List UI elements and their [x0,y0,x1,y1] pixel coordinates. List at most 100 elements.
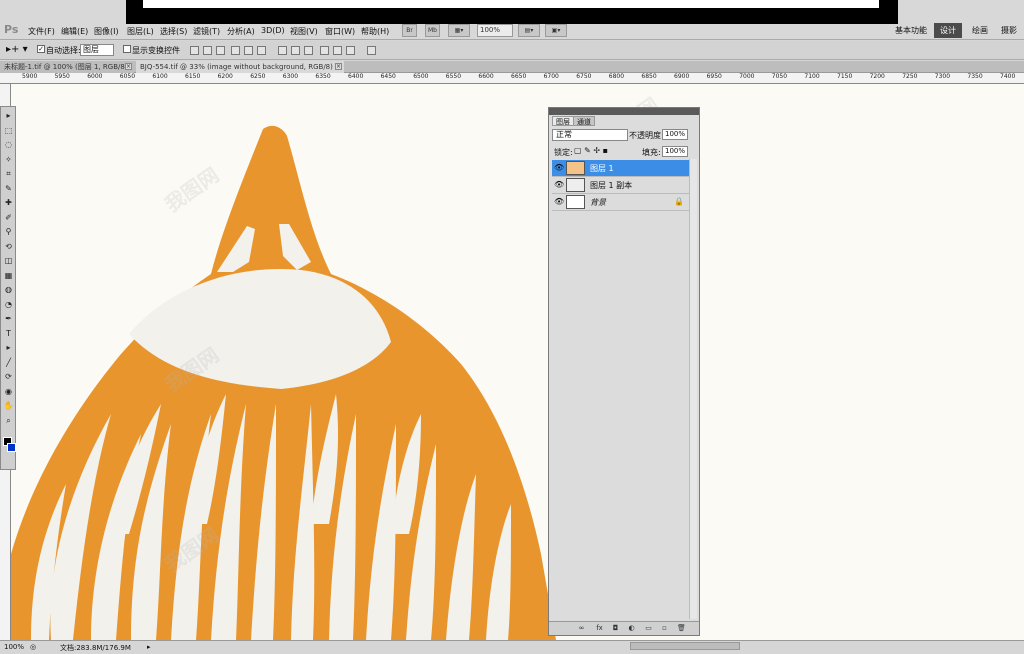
status-zoom-icon[interactable]: ◎ [30,643,36,651]
spot-heal-tool-icon[interactable]: ✚ [3,198,14,208]
shape-tool-icon[interactable]: ╱ [3,358,14,368]
menu-file[interactable]: 文件(F) [28,26,55,37]
move-tool-icon[interactable]: ▸ [3,111,14,121]
tab-layers[interactable]: 图层 [552,116,574,126]
quick-select-tool-icon[interactable]: ✧ [3,155,14,165]
mini-bridge-button[interactable]: Mb [425,24,440,37]
stamp-tool-icon[interactable]: ⚲ [3,227,14,237]
menu-layer[interactable]: 图层(L) [127,26,154,37]
gradient-tool-icon[interactable]: ▦ [3,271,14,281]
layer-row-2[interactable]: 👁 图层 1 副本 [552,177,693,194]
tab-document-1[interactable]: 未标题-1.tif @ 100% (图层 1, RGB/8) [0,61,134,73]
screen-mode-icon[interactable]: ▣▾ [545,24,567,37]
history-brush-tool-icon[interactable]: ⟲ [3,242,14,252]
brush-tool-icon[interactable]: ✐ [3,213,14,223]
status-arrow-icon[interactable]: ▸ [147,643,151,651]
path-select-tool-icon[interactable]: ▸ [3,343,14,353]
background-color-swatch[interactable] [7,443,16,452]
3d-orbit-tool-icon[interactable]: ◉ [3,387,14,397]
align-hcenter-icon[interactable] [244,46,253,55]
blend-mode-select[interactable]: 正常 [552,129,628,141]
close-icon[interactable]: × [125,63,132,70]
view-extras-icon[interactable]: ▦▾ [448,24,470,37]
ruler-tick-label: 7250 [902,73,918,80]
align-bottom-icon[interactable] [216,46,225,55]
distribute-vcenter-icon[interactable] [291,46,300,55]
link-layers-icon[interactable]: ∞ [577,624,586,633]
workspace-painting[interactable]: 绘画 [966,23,994,38]
new-group-icon[interactable]: ▭ [644,624,653,633]
ruler-tick-label: 7100 [804,73,820,80]
new-layer-icon[interactable]: ▫ [660,624,669,633]
tab-channels[interactable]: 通道 [573,116,595,126]
auto-select-target-select[interactable]: 图层 [80,44,114,56]
workspace-essentials[interactable]: 基本功能 [893,23,929,38]
3d-rotate-tool-icon[interactable]: ⟳ [3,372,14,382]
eraser-tool-icon[interactable]: ◫ [3,256,14,266]
menu-select[interactable]: 选择(S) [160,26,187,37]
layers-scrollbar[interactable] [689,159,697,619]
menu-image[interactable]: 图像(I) [94,26,119,37]
hand-tool-icon[interactable]: ✋ [3,401,14,411]
distribute-hcenter-icon[interactable] [333,46,342,55]
crop-tool-icon[interactable]: ⌗ [3,169,14,179]
eyedropper-tool-icon[interactable]: ✎ [3,184,14,194]
add-mask-icon[interactable]: ◘ [611,624,620,633]
distribute-bottom-icon[interactable] [304,46,313,55]
fill-label: 填充: [642,148,661,157]
pen-tool-icon[interactable]: ✒ [3,314,14,324]
layer-row-3[interactable]: 👁 背景 🔒 [552,194,693,211]
align-right-icon[interactable] [257,46,266,55]
zoom-level-select[interactable]: 100% [477,24,513,37]
align-top-icon[interactable] [190,46,199,55]
arrange-documents-icon[interactable]: ▤▾ [518,24,540,37]
move-tool-icon[interactable]: ▸+ ▾ [6,44,28,55]
zoom-tool-icon[interactable]: ⌕ [3,416,14,426]
bridge-button[interactable]: Br [402,24,417,37]
horizontal-scrollbar[interactable] [630,642,740,650]
menu-help[interactable]: 帮助(H) [361,26,389,37]
photoshop-logo: Ps [4,23,19,36]
menu-analysis[interactable]: 分析(A) [227,26,255,37]
type-tool-icon[interactable]: T [3,329,14,339]
menu-window[interactable]: 窗口(W) [325,26,355,37]
workspace-photography[interactable]: 摄影 [996,23,1022,38]
show-transform-checkbox[interactable] [123,45,131,53]
align-vcenter-icon[interactable] [203,46,212,55]
align-left-icon[interactable] [231,46,240,55]
eye-icon[interactable]: 👁 [554,164,564,172]
eye-icon[interactable]: 👁 [554,181,564,189]
menu-edit[interactable]: 编辑(E) [61,26,88,37]
adjustment-layer-icon[interactable]: ◐ [627,624,636,633]
eye-icon[interactable]: 👁 [554,198,564,206]
layer-style-icon[interactable]: fx [595,624,604,633]
tab-document-2[interactable]: BJQ-554.tif @ 33% (image without backgro… [136,61,344,73]
fill-input[interactable]: 100% [662,146,688,157]
menu-view[interactable]: 视图(V) [290,26,318,37]
delete-layer-icon[interactable]: 🗑 [677,624,686,633]
layer-row-1[interactable]: 👁 图层 1 [552,160,693,177]
options-bar: ▸+ ▾ ✓ 自动选择: 图层 显示变换控件 [0,41,1024,60]
lasso-tool-icon[interactable]: ◌ [3,140,14,150]
menu-3d[interactable]: 3D(D) [261,26,285,35]
horizontal-ruler[interactable]: 5900 5950 6000 6050 6100 6150 6200 6250 6300 6350… [0,73,1024,84]
marquee-tool-icon[interactable]: ⬚ [3,126,14,136]
auto-align-icon[interactable] [367,46,376,55]
close-icon[interactable]: × [335,63,342,70]
layer-name: 背景 [590,198,606,207]
menu-filter[interactable]: 滤镜(T) [193,26,220,37]
lock-icons[interactable]: ▢ ✎ ✢ ▪ [574,146,608,155]
status-zoom[interactable]: 100% [4,643,24,651]
distribute-top-icon[interactable] [278,46,287,55]
panel-title-bar[interactable] [549,108,699,115]
auto-select-checkbox[interactable]: ✓ [37,45,45,53]
blur-tool-icon[interactable]: ◍ [3,285,14,295]
document-canvas[interactable]: 我图网 我图网 我图网 我图网 我图网 我图网 [11,84,1024,640]
layer-name: 图层 1 [590,164,614,173]
distribute-right-icon[interactable] [346,46,355,55]
dodge-tool-icon[interactable]: ◔ [3,300,14,310]
opacity-input[interactable]: 100% [662,129,688,140]
distribute-left-icon[interactable] [320,46,329,55]
workspace-design[interactable]: 设计 [934,23,962,38]
ruler-tick-label: 7400 [1000,73,1016,80]
